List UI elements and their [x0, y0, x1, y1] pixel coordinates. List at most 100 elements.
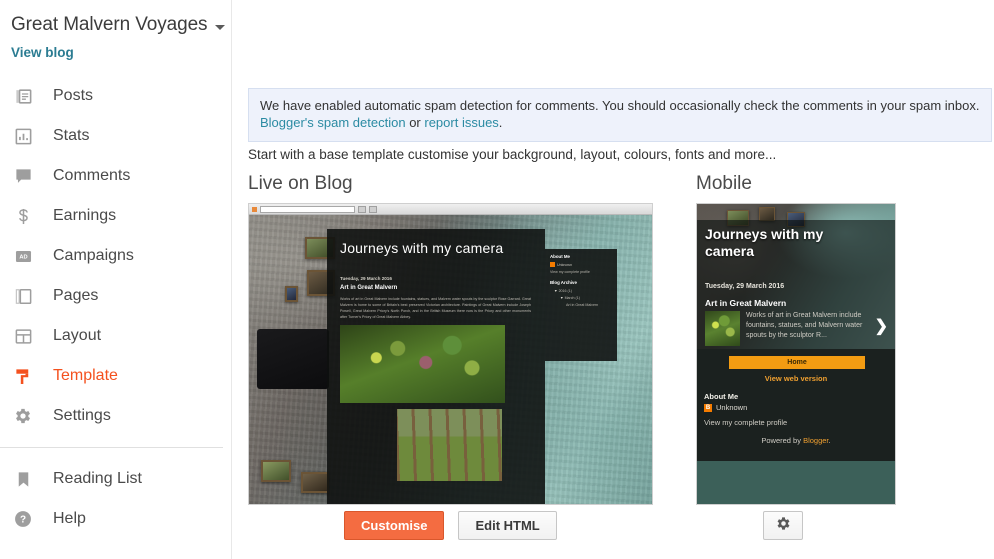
preview-blog-title: Journeys with my camera — [340, 240, 504, 256]
main-content: We have enabled automatic spam detection… — [232, 0, 994, 559]
report-issues-link[interactable]: report issues — [424, 115, 498, 130]
gear-icon — [775, 515, 792, 537]
archive-node: Art in Great Malvern — [550, 302, 613, 309]
svg-text:?: ? — [20, 515, 26, 526]
blogger-badge-icon — [550, 262, 555, 267]
banner-text: We have enabled automatic spam detection… — [260, 98, 980, 113]
triangle-down-icon: ▼ — [560, 295, 564, 300]
preview-blog-content: Journeys with my camera Tuesday, 29 Marc… — [327, 229, 545, 504]
mobile-web-version-link[interactable]: View web version — [697, 374, 895, 383]
sidebar: Great Malvern Voyages View blog Posts St… — [0, 0, 232, 559]
sidebar-item-stats[interactable]: Stats — [0, 116, 231, 156]
sidebar-item-label: Template — [53, 367, 118, 384]
blog-selector[interactable]: Great Malvern Voyages — [0, 0, 231, 36]
sidebar-item-settings[interactable]: Settings — [0, 396, 231, 436]
preview-post-title: Art in Great Malvern — [340, 285, 398, 291]
sidebar-item-campaigns[interactable]: AD Campaigns — [0, 236, 231, 276]
sidebar-item-layout[interactable]: Layout — [0, 316, 231, 356]
preview-post-image-2 — [397, 409, 502, 482]
mobile-settings-button[interactable] — [763, 511, 803, 540]
chevron-right-icon[interactable]: ❯ — [875, 316, 888, 336]
banner-period: . — [498, 115, 503, 131]
mobile-post-excerpt: Works of art in Great Malvern include fo… — [746, 312, 863, 339]
mobile-footer-band — [697, 461, 895, 504]
browser-button-icon — [358, 205, 366, 213]
mobile-author-name: Unknown — [716, 403, 748, 412]
preview-archive-heading: Blog Archive — [550, 280, 577, 285]
sidebar-item-earnings[interactable]: Earnings — [0, 196, 231, 236]
sidebar-item-label: Reading List — [53, 470, 142, 487]
chevron-down-icon[interactable] — [215, 25, 226, 30]
wall-picture — [301, 472, 329, 493]
sidebar-divider — [0, 447, 223, 448]
archive-node-label: 2016 (1) — [558, 289, 572, 293]
sidebar-item-label: Help — [53, 510, 86, 527]
banner-conjunction: or — [405, 115, 425, 131]
spam-notice-banner: We have enabled automatic spam detection… — [248, 88, 992, 142]
preview-browser-chrome — [249, 204, 652, 215]
edit-html-button[interactable]: Edit HTML — [458, 511, 557, 540]
sidebar-item-label: Earnings — [53, 207, 117, 224]
powered-by-suffix: . — [828, 436, 831, 445]
preview-profile-link: View my complete profile — [550, 270, 590, 274]
mobile-template-preview[interactable]: Journeys with my camera Tuesday, 29 Marc… — [696, 203, 896, 505]
mobile-post-thumbnail — [705, 311, 740, 346]
bookmark-icon — [11, 467, 35, 491]
blogger-link[interactable]: Blogger — [803, 436, 828, 445]
sidebar-item-label: Comments — [53, 167, 131, 184]
settings-icon — [11, 404, 35, 428]
sidebar-item-label: Pages — [53, 287, 99, 304]
wall-picture — [285, 286, 298, 302]
sidebar-item-label: Settings — [53, 407, 111, 424]
archive-node: ▼ March (1) — [550, 295, 613, 302]
preview-post-date: Tuesday, 29 March 2016 — [340, 276, 392, 281]
sidebar-item-comments[interactable]: Comments — [0, 156, 231, 196]
page-subtitle: Start with a base template customise you… — [248, 147, 777, 162]
preview-about-heading: About Me — [550, 254, 570, 259]
mobile-blog-title: Journeys with my camera — [705, 226, 824, 259]
mobile-post-date: Tuesday, 29 March 2016 — [705, 283, 785, 290]
stats-icon — [11, 124, 35, 148]
view-blog-link[interactable]: View blog — [0, 36, 231, 60]
preview-archive-tree: ▼ 2016 (1) ▼ March (1) Art in Great Malv… — [550, 288, 613, 308]
customise-button[interactable]: Customise — [344, 511, 445, 540]
blog-title: Great Malvern Voyages — [11, 14, 208, 35]
sidebar-item-help[interactable]: ? Help — [0, 499, 231, 539]
sidebar-item-posts[interactable]: Posts — [0, 76, 231, 116]
sidebar-item-template[interactable]: Template — [0, 356, 231, 396]
comments-icon — [11, 164, 35, 188]
browser-logo-icon — [252, 206, 257, 212]
posts-icon — [11, 84, 35, 108]
browser-button-icon — [369, 205, 377, 213]
sidebar-item-reading-list[interactable]: Reading List — [0, 459, 231, 499]
sidebar-item-pages[interactable]: Pages — [0, 276, 231, 316]
sidebar-item-label: Layout — [53, 327, 102, 344]
campaigns-icon: AD — [11, 244, 35, 268]
mobile-post-title: Art in Great Malvern — [705, 298, 787, 308]
blogger-badge-icon: B — [704, 403, 712, 412]
sidebar-item-label: Stats — [53, 127, 90, 144]
sidebar-item-label: Campaigns — [53, 247, 134, 264]
desktop-template-preview[interactable]: Journeys with my camera Tuesday, 29 Marc… — [248, 203, 653, 505]
mobile-about-heading: About Me — [704, 392, 739, 401]
archive-node-label: March (1) — [564, 295, 580, 300]
wall-armchair — [257, 329, 329, 389]
preview-blog-sidebar: About Me Unknown View my complete profil… — [545, 249, 617, 361]
mobile-profile-link[interactable]: View my complete profile — [704, 418, 787, 427]
wall-picture — [261, 460, 291, 482]
pages-icon — [11, 284, 35, 308]
sidebar-nav: Posts Stats Comments Earnings AD Campaig… — [0, 76, 231, 539]
blogger-template-page: Great Malvern Voyages View blog Posts St… — [0, 0, 994, 559]
live-on-blog-heading: Live on Blog — [248, 173, 353, 194]
mobile-author-row: B Unknown — [704, 403, 747, 412]
svg-text:AD: AD — [19, 254, 27, 260]
wall-picture — [759, 207, 775, 221]
mobile-home-button[interactable]: Home — [729, 356, 865, 369]
preview-post-body: Works of art in Great Malvern include fo… — [340, 297, 531, 320]
sidebar-item-label: Posts — [53, 87, 94, 104]
spam-detection-link[interactable]: Blogger's spam detection — [260, 115, 406, 130]
preview-author-name: Unknown — [557, 262, 572, 267]
earnings-icon — [11, 204, 35, 228]
mobile-heading: Mobile — [696, 173, 752, 194]
powered-by-prefix: Powered by — [761, 436, 804, 445]
